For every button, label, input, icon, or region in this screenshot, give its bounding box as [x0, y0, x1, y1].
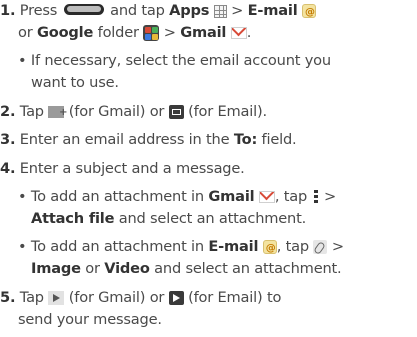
google-folder-icon: [143, 25, 160, 41]
step-2: 2. Tap (for Gmail) or (for Email).: [0, 101, 267, 123]
step-1-line-1: 1. Press and tap Apps > E-mail: [0, 0, 316, 23]
step-number: 4.: [0, 160, 16, 177]
gmail-icon: [258, 191, 275, 203]
instruction-page: 1. Press and tap Apps > E-mail or Google…: [0, 0, 417, 337]
send-gmail-icon: [48, 291, 65, 305]
image-label: Image: [31, 260, 81, 277]
step-1-bullet: • If necessary, select the email account…: [18, 52, 331, 69]
email-label: E-mail: [247, 2, 298, 19]
step-1-bullet-cont: want to use.: [31, 74, 119, 91]
gmail-label: Gmail: [180, 24, 227, 41]
step-5-cont: send your message.: [18, 311, 162, 328]
email-app-icon: [262, 238, 277, 259]
bullet-dot: •: [18, 238, 27, 255]
gmail-icon: [230, 27, 247, 39]
to-field-label: To:: [233, 131, 258, 148]
apps-grid-icon: [213, 5, 227, 18]
email-app-icon: [301, 2, 316, 23]
apps-label: Apps: [169, 2, 210, 19]
step-number: 1.: [0, 2, 16, 19]
step-4-bullet-1-cont: Attach file and select an attachment.: [31, 210, 307, 227]
home-key-icon: [63, 4, 104, 15]
step-5: 5. Tap (for Gmail) or (for Email) to: [0, 289, 282, 306]
compose-gmail-icon: [48, 102, 67, 123]
step-1-line-2: or Google folder > Gmail .: [18, 24, 252, 41]
step-number: 3.: [0, 131, 16, 148]
step-number: 5.: [0, 289, 16, 306]
step-3: 3. Enter an email address in the To: fie…: [0, 131, 297, 148]
step-4: 4. Enter a subject and a message.: [0, 160, 245, 177]
step-4-bullet-2-cont: Image or Video and select an attachment.: [31, 260, 342, 277]
video-label: Video: [104, 260, 150, 277]
step-4-bullet-1: • To add an attachment in Gmail , tap >: [18, 188, 337, 205]
bullet-dot: •: [18, 52, 27, 69]
gmail-label: Gmail: [208, 188, 255, 205]
paperclip-icon: [313, 240, 328, 254]
google-label: Google: [36, 24, 94, 41]
send-email-icon: [168, 291, 184, 305]
compose-email-icon: [168, 105, 184, 119]
menu-dots-icon: [313, 189, 318, 203]
attach-file-label: Attach file: [31, 210, 115, 227]
step-4-bullet-2: • To add an attachment in E-mail , tap >: [18, 236, 344, 259]
bullet-dot: •: [18, 188, 27, 205]
step-number: 2.: [0, 103, 16, 120]
email-label: E-mail: [208, 238, 259, 255]
